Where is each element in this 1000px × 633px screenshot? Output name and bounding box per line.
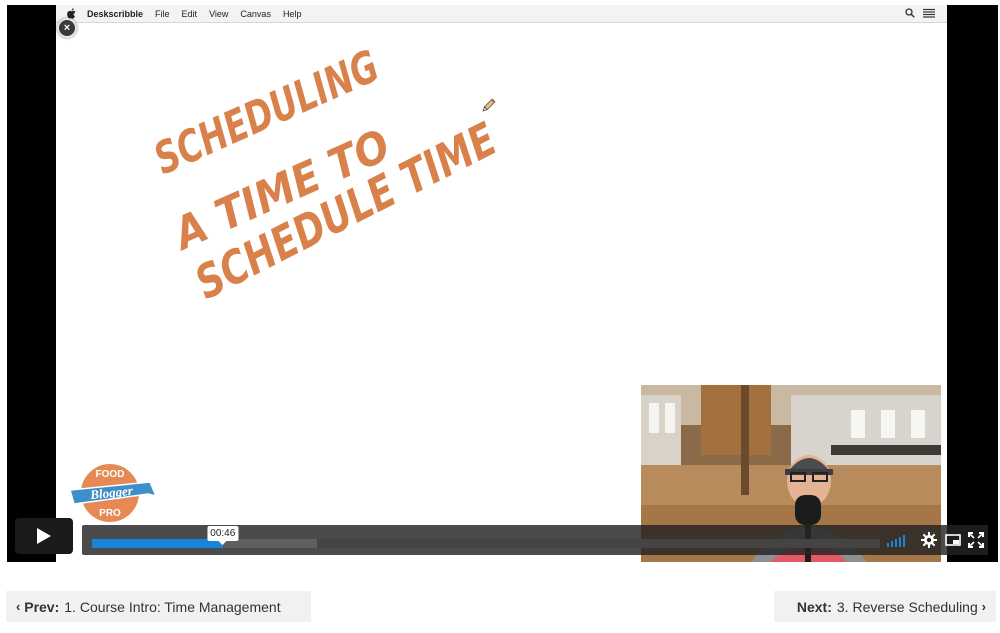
volume-icon[interactable] <box>887 533 905 547</box>
played-progress <box>92 539 223 548</box>
chevron-right-icon: › <box>981 599 986 614</box>
prev-lesson-button[interactable]: ‹ Prev: 1. Course Intro: Time Management <box>6 591 311 622</box>
fullscreen-icon[interactable] <box>968 532 984 548</box>
video-frame: Deskscribble File Edit View Canvas Help … <box>56 5 947 562</box>
next-lesson-button[interactable]: Next: 3. Reverse Scheduling › <box>774 591 996 622</box>
menu-file[interactable]: File <box>155 9 170 19</box>
menu-edit[interactable]: Edit <box>182 9 198 19</box>
handwritten-title: SCHEDULING A TIME TO SCHEDULE TIME <box>147 41 505 310</box>
settings-gear-icon[interactable] <box>921 532 937 548</box>
next-lesson-title: 3. Reverse Scheduling <box>836 598 978 615</box>
menu-canvas[interactable]: Canvas <box>240 9 271 19</box>
next-prefix: Next: <box>796 598 832 615</box>
video-player[interactable]: Deskscribble File Edit View Canvas Help … <box>7 5 998 562</box>
logo-food-text: FOOD <box>96 469 125 480</box>
spotlight-search-icon[interactable] <box>905 8 915 18</box>
menu-view[interactable]: View <box>209 9 228 19</box>
prev-prefix: Prev: <box>24 598 60 615</box>
close-icon[interactable]: × <box>57 18 77 38</box>
chevron-left-icon: ‹ <box>16 599 21 614</box>
prev-lesson-title: 1. Course Intro: Time Management <box>64 598 281 615</box>
pencil-cursor-icon <box>482 98 496 112</box>
play-button[interactable] <box>15 518 73 554</box>
progress-track[interactable]: 00:46 <box>92 526 880 548</box>
player-controls: 00:46 <box>7 517 998 557</box>
notification-list-icon[interactable] <box>923 8 935 18</box>
control-bar: 00:46 <box>82 525 988 555</box>
time-tooltip: 00:46 <box>207 526 239 545</box>
mac-menubar: Deskscribble File Edit View Canvas Help <box>56 5 947 23</box>
menubar-app-name[interactable]: Deskscribble <box>87 9 143 19</box>
play-icon <box>37 528 51 544</box>
menu-help[interactable]: Help <box>283 9 302 19</box>
picture-in-picture-icon[interactable] <box>945 532 961 548</box>
